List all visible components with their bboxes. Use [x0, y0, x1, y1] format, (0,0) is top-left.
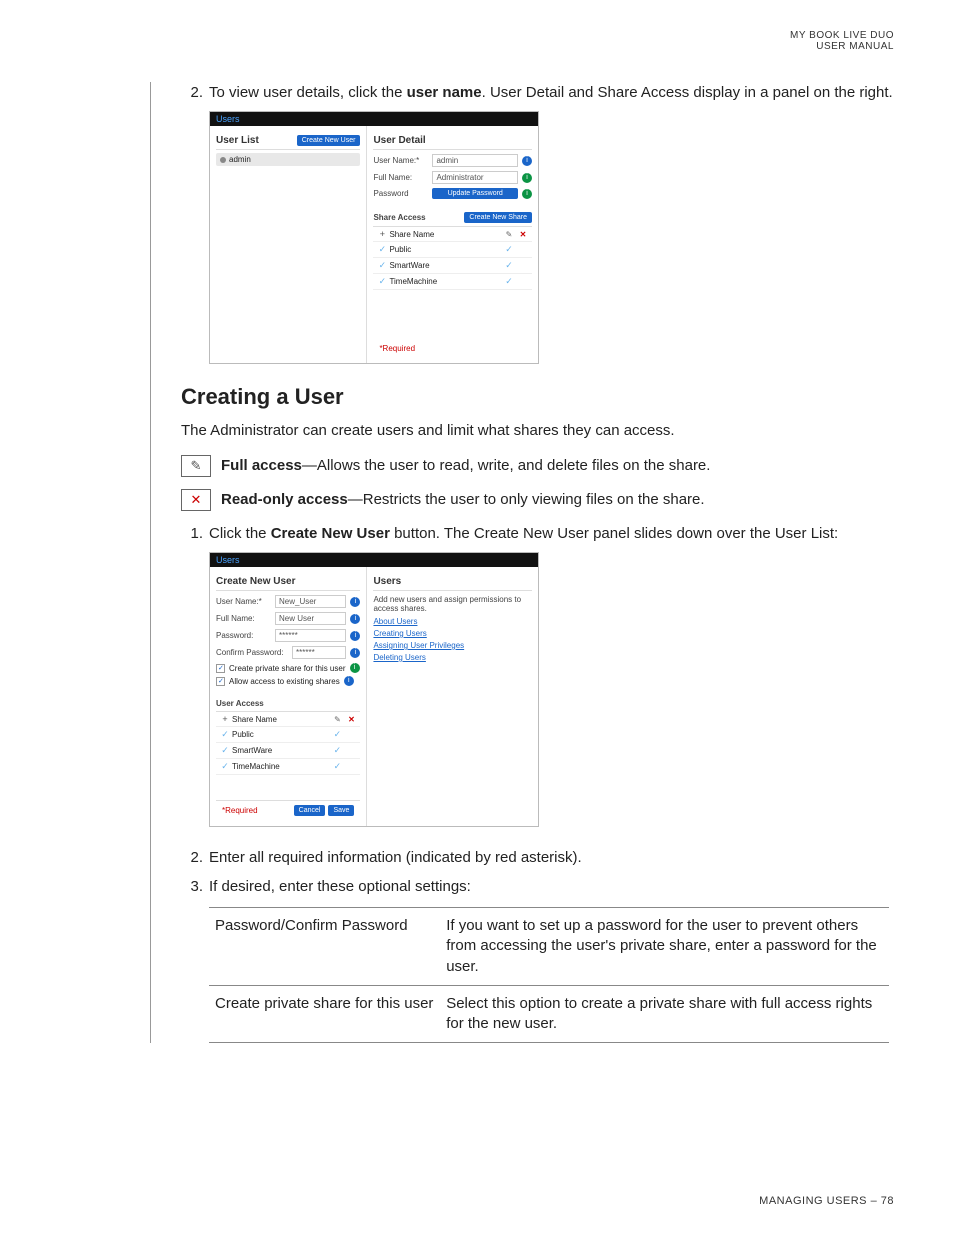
pencil-icon: ✎ [330, 715, 344, 724]
header-line1: MY BOOK LIVE DUO [60, 30, 894, 41]
password-label: Password [373, 189, 428, 198]
step-3-optional: 3. If desired, enter these optional sett… [181, 876, 894, 897]
share-row: ✓ SmartWare ✓ [216, 743, 360, 759]
full-access-row: ✎ Full access—Allows the user to read, w… [181, 455, 894, 477]
check-icon[interactable]: ✓ [218, 729, 232, 740]
pencil-icon: ✎ [181, 455, 211, 477]
help-icon[interactable]: i [522, 156, 532, 166]
checkbox-private-share[interactable] [216, 664, 225, 673]
checkbox-allow-access[interactable] [216, 677, 225, 686]
help-link[interactable]: Creating Users [373, 629, 532, 638]
help-icon[interactable]: i [350, 597, 360, 607]
screenshot-create-new-user: Users Create New User User Name:* New_Us… [209, 552, 539, 827]
ss1-topbar: Users [210, 112, 538, 126]
check-icon[interactable]: ✓ [375, 260, 389, 271]
option-label: Create private share for this user [209, 985, 440, 1043]
help-link[interactable]: About Users [373, 617, 532, 626]
share-row: ✓ Public ✓ [373, 242, 532, 258]
help-link[interactable]: Assigning User Privileges [373, 641, 532, 650]
check-icon[interactable]: ✓ [218, 761, 232, 772]
ss1-userdetail-title: User Detail [373, 132, 532, 150]
ss2-topbar: Users [210, 553, 538, 567]
help-icon[interactable]: i [350, 614, 360, 624]
share-row: ✓ TimeMachine ✓ [216, 759, 360, 775]
confirm-password-input[interactable]: ****** [292, 646, 346, 659]
share-col-header: Share Name [232, 715, 330, 724]
confirm-password-label: Confirm Password: [216, 648, 288, 657]
share-access-title: Share Access [373, 213, 425, 222]
username-label: User Name:* [216, 597, 271, 606]
option-desc: Select this option to create a private s… [440, 985, 889, 1043]
check-icon[interactable]: ✓ [502, 244, 516, 255]
x-icon: ✕ [516, 230, 530, 239]
help-icon[interactable]: i [350, 648, 360, 658]
save-button[interactable]: Save [328, 805, 354, 816]
main-content: 2. To view user details, click the user … [150, 82, 894, 1043]
required-label: *Required [222, 806, 258, 815]
check-icon[interactable]: ✓ [502, 260, 516, 271]
fullname-input[interactable]: Administrator [432, 171, 518, 184]
x-icon: ✕ [344, 715, 358, 724]
options-table: Password/Confirm Password If you want to… [209, 907, 889, 1043]
username-input[interactable]: admin [432, 154, 518, 167]
help-text: Add new users and assign permissions to … [373, 595, 532, 613]
check-icon[interactable]: ✓ [330, 745, 344, 756]
table-row: Create private share for this user Selec… [209, 985, 889, 1043]
check-icon[interactable]: ✓ [375, 244, 389, 255]
cancel-button[interactable]: Cancel [294, 805, 326, 816]
check-icon[interactable]: ✓ [502, 276, 516, 287]
help-icon[interactable]: i [344, 676, 354, 686]
help-icon[interactable]: i [350, 663, 360, 673]
fullname-label: Full Name: [373, 173, 428, 182]
option-label: Password/Confirm Password [209, 908, 440, 986]
plus-icon[interactable]: + [375, 229, 389, 239]
header-line2: USER MANUAL [60, 41, 894, 52]
check-icon[interactable]: ✓ [330, 761, 344, 772]
required-label: *Required [373, 340, 532, 357]
help-icon[interactable]: i [522, 173, 532, 183]
username-label: User Name:* [373, 156, 428, 165]
check-icon[interactable]: ✓ [375, 276, 389, 287]
readonly-icon: ✕ [181, 489, 211, 511]
user-list-item-admin[interactable]: admin [216, 153, 360, 166]
step-1-create: 1. Click the Create New User button. The… [181, 523, 894, 544]
password-input[interactable]: ****** [275, 629, 346, 642]
check-icon[interactable]: ✓ [330, 729, 344, 740]
share-col-header: Share Name [389, 230, 502, 239]
ss1-userlist-title: User List [216, 135, 259, 146]
intro-para: The Administrator can create users and l… [181, 420, 894, 441]
update-password-button[interactable]: Update Password [432, 188, 518, 199]
section-title: Creating a User [181, 384, 894, 410]
create-user-title: Create New User [216, 573, 360, 591]
readonly-access-row: ✕ Read-only access—Restricts the user to… [181, 489, 894, 511]
share-row: ✓ SmartWare ✓ [373, 258, 532, 274]
help-icon[interactable]: i [522, 189, 532, 199]
option-desc: If you want to set up a password for the… [440, 908, 889, 986]
create-new-share-button[interactable]: Create New Share [464, 212, 532, 223]
username-input[interactable]: New_User [275, 595, 346, 608]
fullname-label: Full Name: [216, 614, 271, 623]
page-footer: MANAGING USERS – 78 [759, 1195, 894, 1207]
step-2-userdetails: 2. To view user details, click the user … [181, 82, 894, 103]
check-icon[interactable]: ✓ [218, 745, 232, 756]
table-row: Password/Confirm Password If you want to… [209, 908, 889, 986]
header-product-line: MY BOOK LIVE DUO USER MANUAL [60, 30, 894, 52]
plus-icon[interactable]: + [218, 714, 232, 724]
user-access-title: User Access [216, 699, 264, 708]
pencil-icon: ✎ [502, 230, 516, 239]
share-row: ✓ Public ✓ [216, 727, 360, 743]
help-panel-title: Users [373, 573, 532, 591]
help-icon[interactable]: i [350, 631, 360, 641]
help-link[interactable]: Deleting Users [373, 653, 532, 662]
create-new-user-button[interactable]: Create New User [297, 135, 361, 146]
step-2-enter-required: 2. Enter all required information (indic… [181, 847, 894, 868]
screenshot-user-detail: Users User List Create New User admin Us… [209, 111, 539, 364]
fullname-input[interactable]: New User [275, 612, 346, 625]
password-label: Password: [216, 631, 271, 640]
share-row: ✓ TimeMachine ✓ [373, 274, 532, 290]
user-icon [220, 157, 226, 163]
